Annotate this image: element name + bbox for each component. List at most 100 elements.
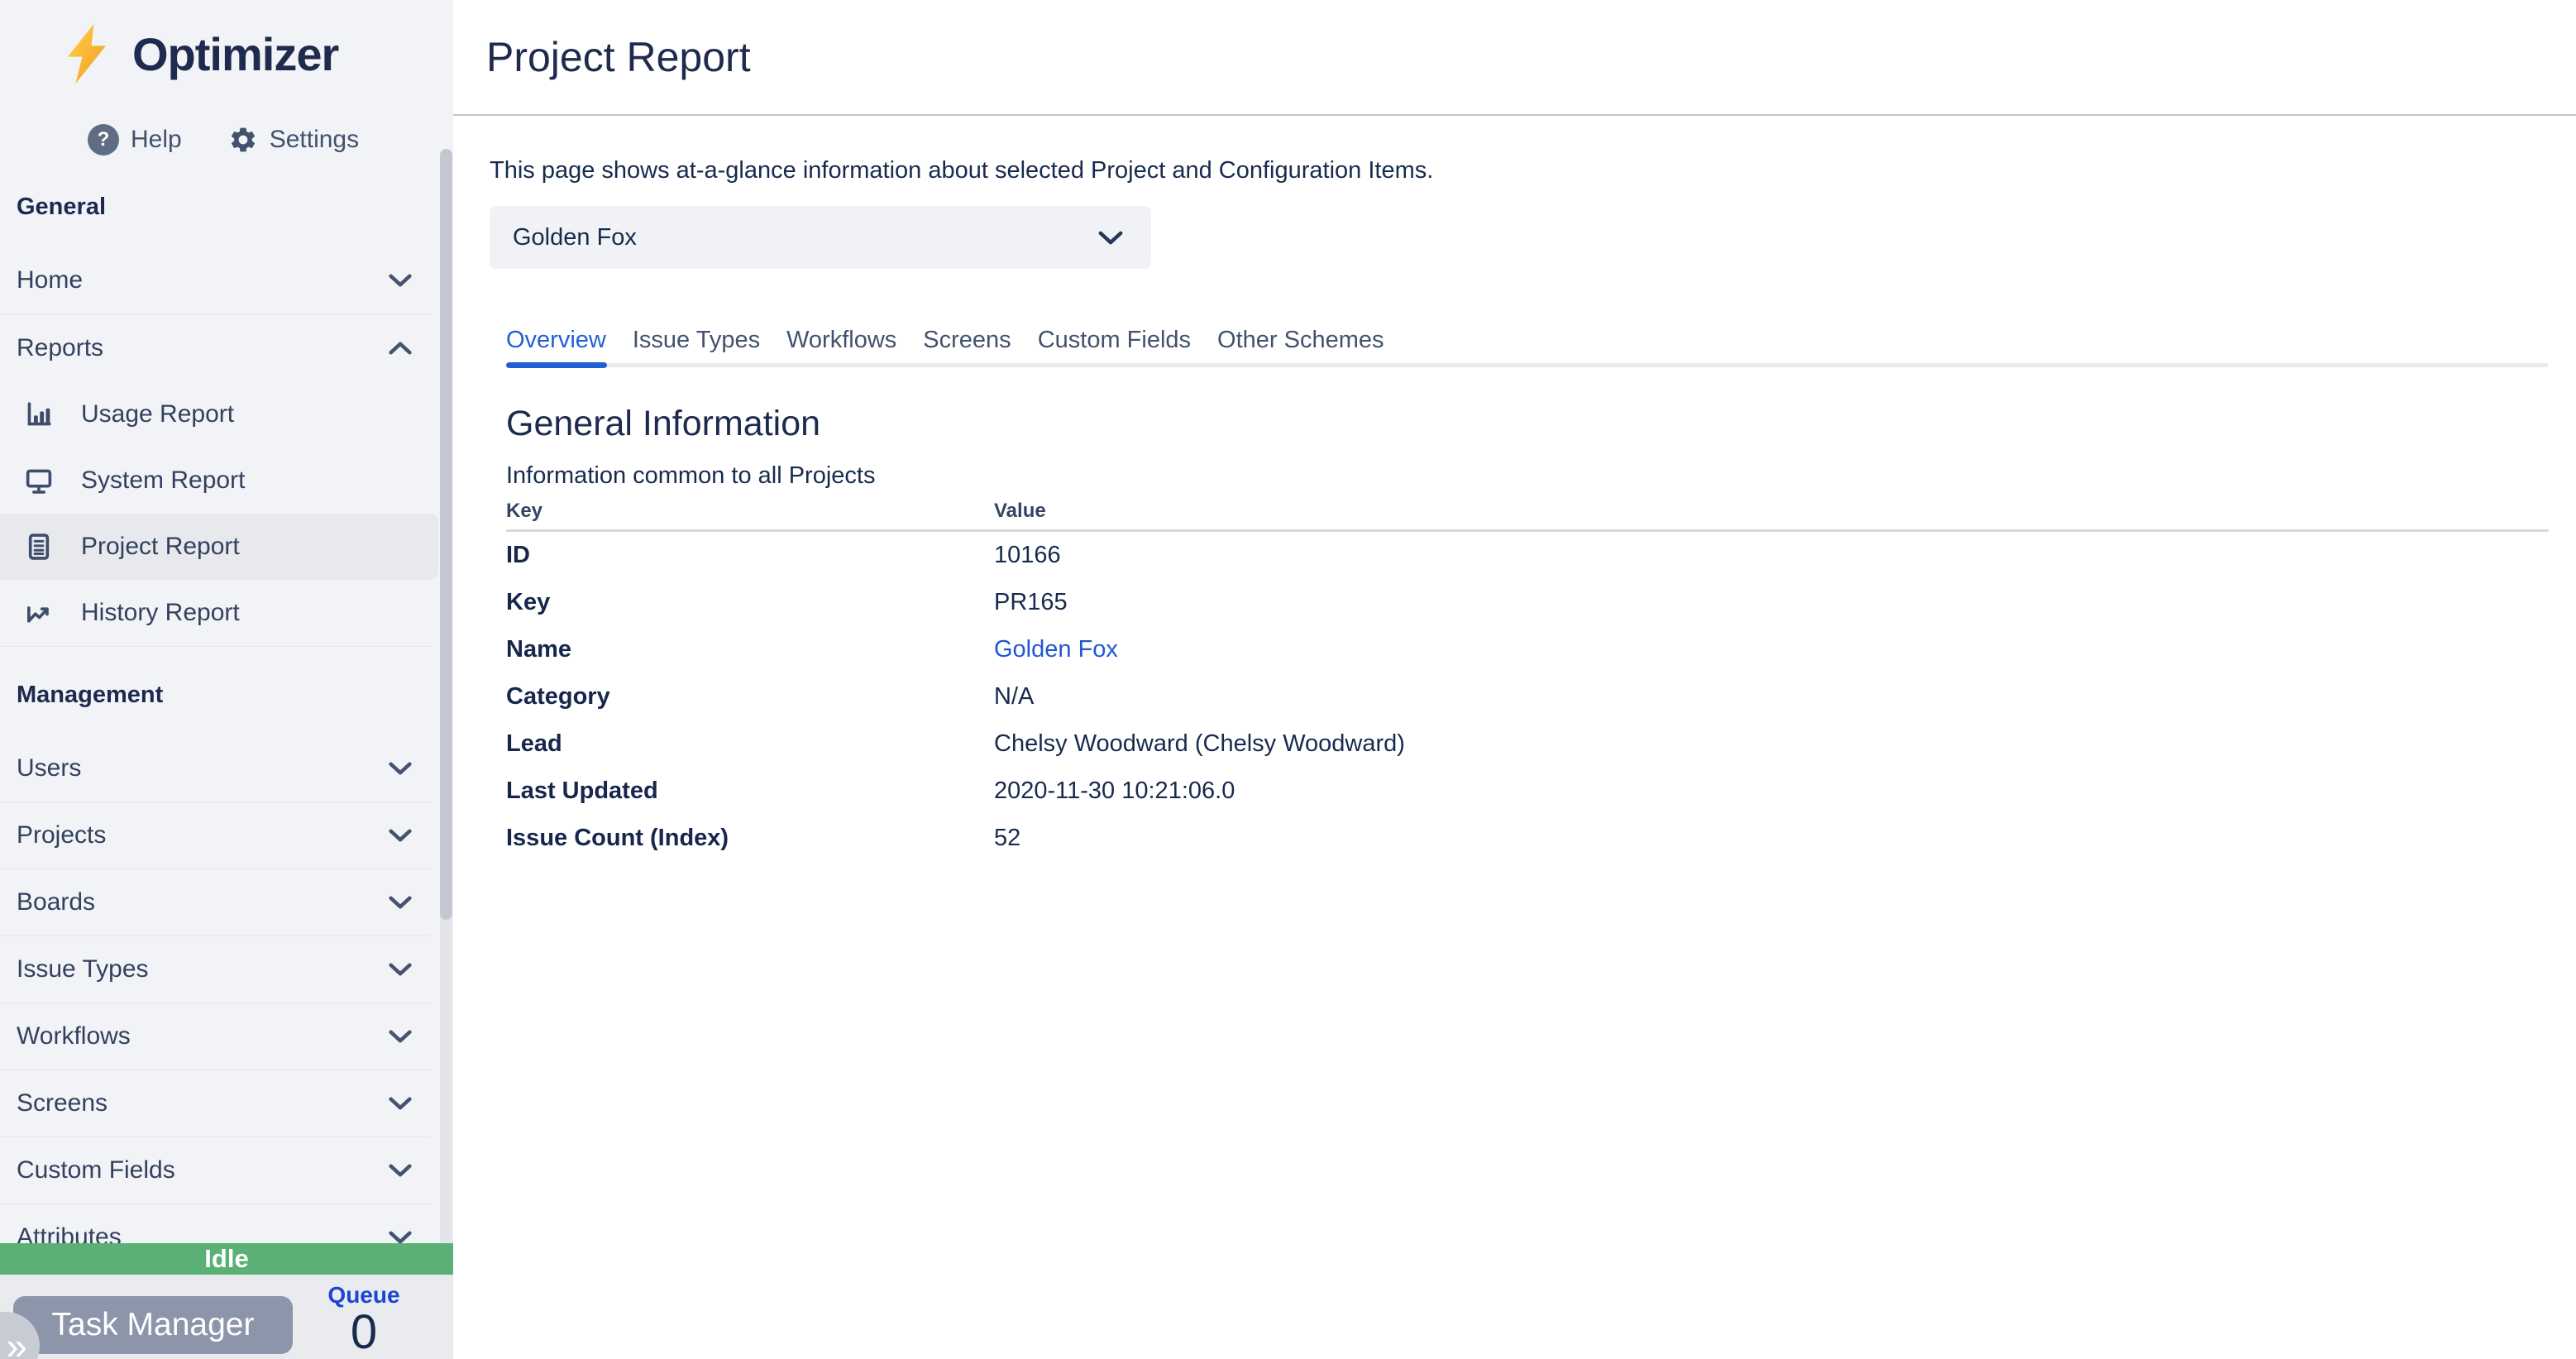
sidebar-item-label: Reports <box>17 334 103 362</box>
sidebar-item-label: History Report <box>81 599 240 627</box>
row-key: Issue Count (Index) <box>506 825 994 852</box>
main-content: Project Report This page shows at-a-glan… <box>453 0 2576 1359</box>
chevron-down-icon <box>389 274 412 287</box>
sidebar-item-screens[interactable]: Screens <box>0 1070 432 1137</box>
row-key: Key <box>506 589 994 616</box>
sidebar-item-reports[interactable]: Reports <box>0 314 432 381</box>
chevron-down-icon <box>389 762 412 775</box>
queue-count: 0 <box>306 1308 422 1357</box>
row-value: Chelsy Woodward (Chelsy Woodward) <box>994 730 1405 758</box>
table-row: Issue Count (Index) 52 <box>506 815 2549 862</box>
sidebar-item-usage-report[interactable]: Usage Report <box>0 381 438 447</box>
sidebar-item-label: Workflows <box>17 1022 131 1050</box>
utility-row: ? Help Settings <box>0 88 453 156</box>
queue-indicator: Queue 0 <box>306 1283 422 1357</box>
chevron-down-icon <box>389 963 412 976</box>
sidebar-item-label: Custom Fields <box>17 1156 175 1184</box>
sidebar-item-system-report[interactable]: System Report <box>0 447 438 514</box>
row-value: 52 <box>994 825 1020 852</box>
sidebar-item-issue-types[interactable]: Issue Types <box>0 936 432 1003</box>
chevron-down-icon <box>1098 231 1123 245</box>
chevron-down-icon <box>389 1030 412 1043</box>
row-key: Name <box>506 636 994 663</box>
row-key: ID <box>506 542 994 569</box>
divider <box>0 646 432 647</box>
section-subheading: Information common to all Projects <box>506 462 2576 490</box>
sidebar-item-label: Home <box>17 266 83 294</box>
page-description: This page shows at-a-glance information … <box>490 157 2576 184</box>
tab-underline-track <box>506 363 2549 367</box>
sidebar-item-projects[interactable]: Projects <box>0 802 432 869</box>
tab-custom-fields[interactable]: Custom Fields <box>1038 327 1191 354</box>
sidebar-item-workflows[interactable]: Workflows <box>0 1003 432 1070</box>
tab-other-schemes[interactable]: Other Schemes <box>1217 327 1384 354</box>
table-row: Name Golden Fox <box>506 626 2549 673</box>
chevron-down-icon <box>389 1231 412 1244</box>
app-logo: Optimizer <box>0 0 453 88</box>
sidebar-item-label: System Report <box>81 467 245 495</box>
sidebar-item-label: Users <box>17 754 81 782</box>
queue-label: Queue <box>306 1283 422 1308</box>
project-select[interactable]: Golden Fox <box>490 206 1151 269</box>
sidebar-item-label: Project Report <box>81 533 240 561</box>
sidebar-item-label: Boards <box>17 888 95 916</box>
column-header-key: Key <box>506 500 994 523</box>
lightning-bolt-icon <box>63 20 111 88</box>
sidebar-item-history-report[interactable]: History Report <box>0 580 438 646</box>
tab-screens[interactable]: Screens <box>923 327 1011 354</box>
sidebar-item-label: Projects <box>17 821 106 849</box>
table-row: Lead Chelsy Woodward (Chelsy Woodward) <box>506 720 2549 768</box>
project-name-link[interactable]: Golden Fox <box>994 636 1118 663</box>
general-info-table: Key Value ID 10166 Key PR165 Name Golden… <box>506 500 2549 862</box>
tab-issue-types[interactable]: Issue Types <box>633 327 760 354</box>
sidebar-nav: General Home Reports Usage Report <box>0 194 453 1271</box>
help-label: Help <box>131 126 182 154</box>
row-key: Category <box>506 683 994 711</box>
sidebar-item-boards[interactable]: Boards <box>0 869 432 936</box>
table-header-row: Key Value <box>506 500 2549 532</box>
status-label: Idle <box>204 1244 248 1274</box>
sidebar-scrollbar-thumb[interactable] <box>440 149 452 920</box>
sidebar-item-label: Screens <box>17 1089 108 1117</box>
section-title-management: Management <box>0 682 453 709</box>
settings-label: Settings <box>270 126 359 154</box>
chevron-up-icon <box>389 342 412 355</box>
sidebar-item-home[interactable]: Home <box>0 247 432 314</box>
column-header-value: Value <box>994 500 1046 523</box>
help-button[interactable]: ? Help <box>88 124 182 156</box>
chevron-down-icon <box>389 1164 412 1177</box>
page-header: Project Report <box>453 0 2576 116</box>
section-heading: General Information <box>506 404 2576 444</box>
double-chevron-right-icon: » <box>6 1327 27 1359</box>
chevron-down-icon <box>389 1097 412 1110</box>
sidebar-item-label: Issue Types <box>17 955 149 983</box>
app-title: Optimizer <box>132 27 338 81</box>
row-key: Lead <box>506 730 994 758</box>
status-bar: Idle <box>0 1243 453 1275</box>
sidebar-item-project-report[interactable]: Project Report <box>0 514 438 580</box>
project-select-value: Golden Fox <box>513 224 637 251</box>
report-document-icon <box>25 533 53 561</box>
sidebar-item-custom-fields[interactable]: Custom Fields <box>0 1137 432 1204</box>
help-icon: ? <box>88 124 119 156</box>
section-title-general: General <box>0 194 453 221</box>
row-value: 10166 <box>994 542 1061 569</box>
task-manager-button[interactable]: Task Manager <box>13 1296 293 1354</box>
active-tab-indicator <box>506 362 607 368</box>
sidebar-item-users[interactable]: Users <box>0 735 432 802</box>
tab-overview[interactable]: Overview <box>506 327 606 354</box>
tab-bar: Overview Issue Types Workflows Screens C… <box>506 327 2549 367</box>
table-row: ID 10166 <box>506 532 2549 579</box>
row-value: 2020-11-30 10:21:06.0 <box>994 778 1235 805</box>
bar-chart-icon <box>25 400 53 428</box>
table-row: Key PR165 <box>506 579 2549 626</box>
tab-workflows[interactable]: Workflows <box>786 327 896 354</box>
table-row: Last Updated 2020-11-30 10:21:06.0 <box>506 768 2549 815</box>
task-panel: Task Manager Queue 0 <box>0 1275 453 1359</box>
monitor-icon <box>25 467 53 495</box>
row-key: Last Updated <box>506 778 994 805</box>
sidebar-item-label: Usage Report <box>81 400 234 428</box>
row-value: N/A <box>994 683 1034 711</box>
settings-button[interactable]: Settings <box>228 125 359 155</box>
table-row: Category N/A <box>506 673 2549 720</box>
